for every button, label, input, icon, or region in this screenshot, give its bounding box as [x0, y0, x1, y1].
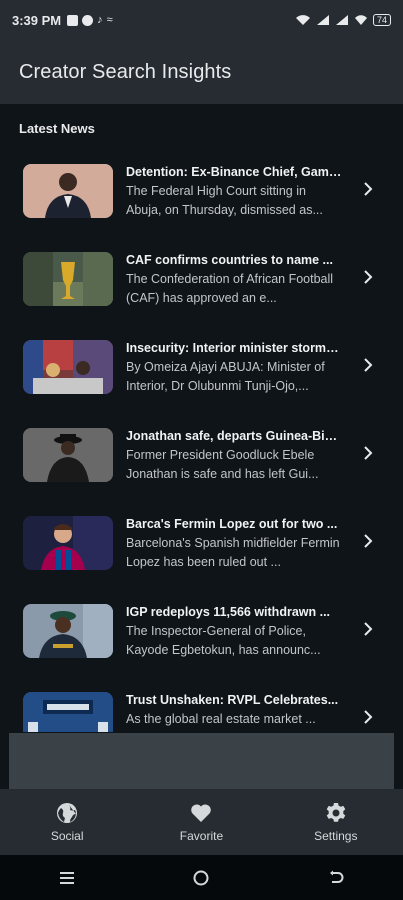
news-headline: Insecurity: Interior minister storms...	[126, 341, 342, 355]
police-officer-thumbnail	[23, 604, 113, 658]
news-item[interactable]: IGP redeploys 11,566 withdrawn ... The I…	[0, 586, 403, 674]
bottom-navigation: Social Favorite Settings	[0, 789, 403, 855]
news-summary: The Confederation of African Football (C…	[126, 272, 334, 305]
latest-news-heading: Latest News	[19, 121, 95, 136]
news-item[interactable]: Detention: Ex-Binance Chief, Gambaryan..…	[0, 146, 403, 234]
battery-indicator: 74	[372, 14, 391, 26]
back-button[interactable]	[316, 863, 356, 893]
globe-icon	[57, 803, 78, 823]
gear-icon	[326, 803, 346, 822]
v-app-icon	[67, 14, 79, 26]
news-item[interactable]: Trust Unshaken: RVPL Celebrates... As th…	[0, 674, 403, 732]
status-right-icons: 74	[295, 14, 391, 26]
heart-icon	[191, 804, 212, 822]
footballer-thumbnail	[23, 516, 113, 570]
wifi-icon	[295, 15, 310, 25]
chevron-right-icon[interactable]	[361, 708, 375, 726]
news-summary: By Omeiza Ajayi ABUJA: Minister of Inter…	[126, 360, 325, 393]
crowd-thumbnail	[23, 340, 113, 394]
back-icon	[329, 870, 344, 883]
nav-settings[interactable]: Settings	[281, 801, 391, 843]
news-list[interactable]: Detention: Ex-Binance Chief, Gambaryan..…	[0, 146, 403, 732]
tiktok-icon: ♪	[97, 14, 103, 26]
status-bar: 3:39 PM ♪ ≈ 74	[0, 0, 403, 40]
news-summary: The Federal High Court sitting in Abuja,…	[126, 184, 323, 217]
news-summary: Former President Goodluck Ebele Jonathan…	[126, 448, 319, 481]
news-item[interactable]: Insecurity: Interior minister storms... …	[0, 322, 403, 410]
app-title: Creator Search Insights	[19, 60, 232, 83]
chevron-right-icon[interactable]	[361, 180, 375, 198]
news-headline: IGP redeploys 11,566 withdrawn ...	[126, 605, 331, 619]
nav-settings-label: Settings	[314, 829, 358, 843]
news-headline: Detention: Ex-Binance Chief, Gambaryan..…	[126, 165, 342, 179]
news-headline: Jonathan safe, departs Guinea-Bissau...	[126, 429, 342, 443]
other-app-icon: ≈	[106, 14, 113, 26]
chevron-right-icon[interactable]	[361, 532, 375, 550]
system-navigation-bar	[0, 855, 403, 900]
home-button[interactable]	[181, 863, 221, 893]
nav-favorite-label: Favorite	[179, 829, 224, 843]
chevron-right-icon[interactable]	[361, 444, 375, 462]
signal-icon	[335, 15, 348, 25]
news-headline: Trust Unshaken: RVPL Celebrates...	[126, 693, 339, 707]
messenger-icon	[82, 14, 94, 26]
nav-favorite[interactable]: Favorite	[146, 801, 256, 843]
chevron-right-icon[interactable]	[361, 356, 375, 374]
recent-apps-button[interactable]	[47, 863, 87, 893]
man-in-suit-thumbnail	[23, 164, 113, 218]
chevron-right-icon[interactable]	[361, 268, 375, 286]
notification-icons: ♪ ≈	[67, 14, 113, 26]
trophy-thumbnail	[23, 252, 113, 306]
news-summary: Barcelona's Spanish midfielder Fermin Lo…	[126, 536, 340, 569]
news-headline: CAF confirms countries to name ...	[126, 253, 333, 267]
news-summary: The Inspector-General of Police, Kayode …	[126, 624, 321, 657]
vowifi-icon	[354, 15, 367, 25]
news-item[interactable]: Barca's Fermin Lopez out for two ... Bar…	[0, 498, 403, 586]
news-summary: As the global real estate market ...	[126, 712, 316, 726]
chevron-right-icon[interactable]	[361, 620, 375, 638]
status-time: 3:39 PM	[12, 12, 62, 28]
news-headline: Barca's Fermin Lopez out for two ...	[126, 517, 338, 531]
banner-placeholder	[9, 733, 394, 789]
home-icon	[193, 870, 209, 885]
news-item[interactable]: CAF confirms countries to name ... The C…	[0, 234, 403, 322]
news-item[interactable]: Jonathan safe, departs Guinea-Bissau... …	[0, 410, 403, 498]
nav-social-label: Social	[50, 829, 84, 843]
app-bar: Creator Search Insights	[0, 40, 403, 104]
signal-icon	[316, 15, 329, 25]
jonathan-thumbnail	[23, 428, 113, 482]
nav-social[interactable]: Social	[12, 801, 122, 843]
rosewood-thumbnail	[23, 692, 113, 732]
menu-icon	[60, 871, 75, 884]
